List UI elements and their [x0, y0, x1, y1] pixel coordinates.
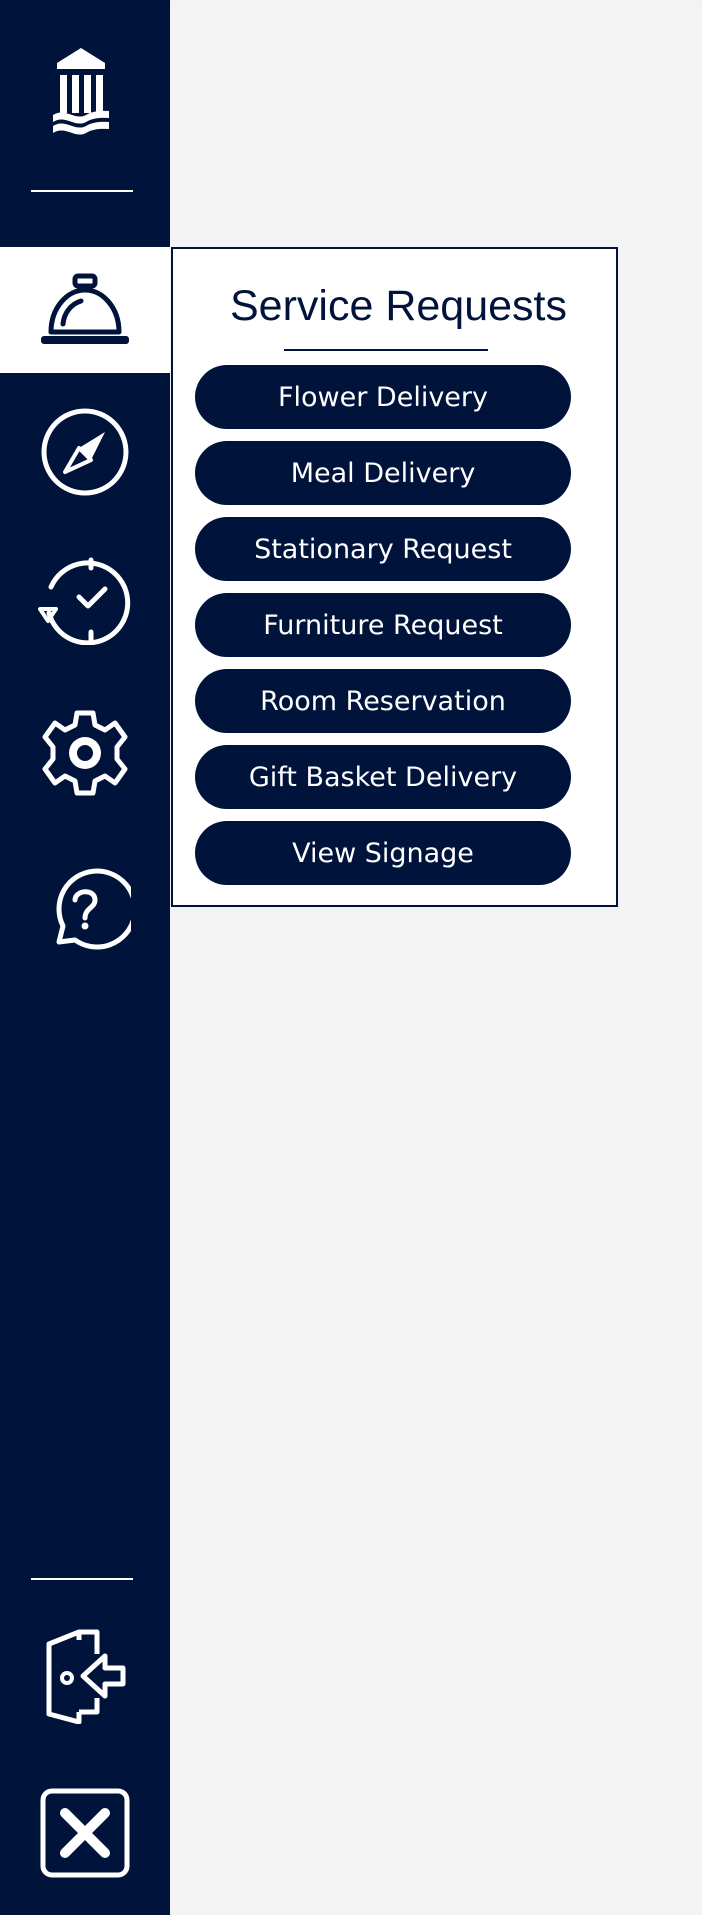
institution-columns-logo-icon: [50, 45, 112, 137]
sidebar-item-service-requests[interactable]: [0, 247, 170, 373]
panel-title: Service Requests: [230, 282, 567, 330]
gear-icon: [39, 707, 131, 799]
close-icon: [39, 1787, 131, 1879]
sidebar-logout-button[interactable]: [0, 1613, 170, 1739]
service-bell-icon: [37, 270, 133, 350]
title-underline: [284, 349, 488, 351]
flower-delivery-button[interactable]: Flower Delivery: [195, 365, 571, 429]
compass-icon: [39, 406, 131, 498]
sidebar-close-button[interactable]: [0, 1770, 170, 1896]
sidebar-item-settings[interactable]: [0, 690, 170, 816]
view-signage-button[interactable]: View Signage: [195, 821, 571, 885]
room-reservation-button[interactable]: Room Reservation: [195, 669, 571, 733]
sidebar-top-divider: [31, 190, 133, 192]
help-chat-icon: [39, 862, 131, 954]
sidebar-item-navigation[interactable]: [0, 389, 170, 515]
furniture-request-button[interactable]: Furniture Request: [195, 593, 571, 657]
exit-door-icon: [39, 1628, 131, 1724]
service-requests-panel: Service Requests Flower Delivery Meal De…: [171, 247, 618, 907]
stationary-request-button[interactable]: Stationary Request: [195, 517, 571, 581]
sidebar-item-history[interactable]: [0, 537, 170, 663]
gift-basket-delivery-button[interactable]: Gift Basket Delivery: [195, 745, 571, 809]
sidebar-item-help[interactable]: [0, 845, 170, 971]
clock-history-icon: [37, 555, 133, 645]
sidebar-bottom-divider: [31, 1578, 133, 1580]
meal-delivery-button[interactable]: Meal Delivery: [195, 441, 571, 505]
sidebar: [0, 0, 170, 1915]
